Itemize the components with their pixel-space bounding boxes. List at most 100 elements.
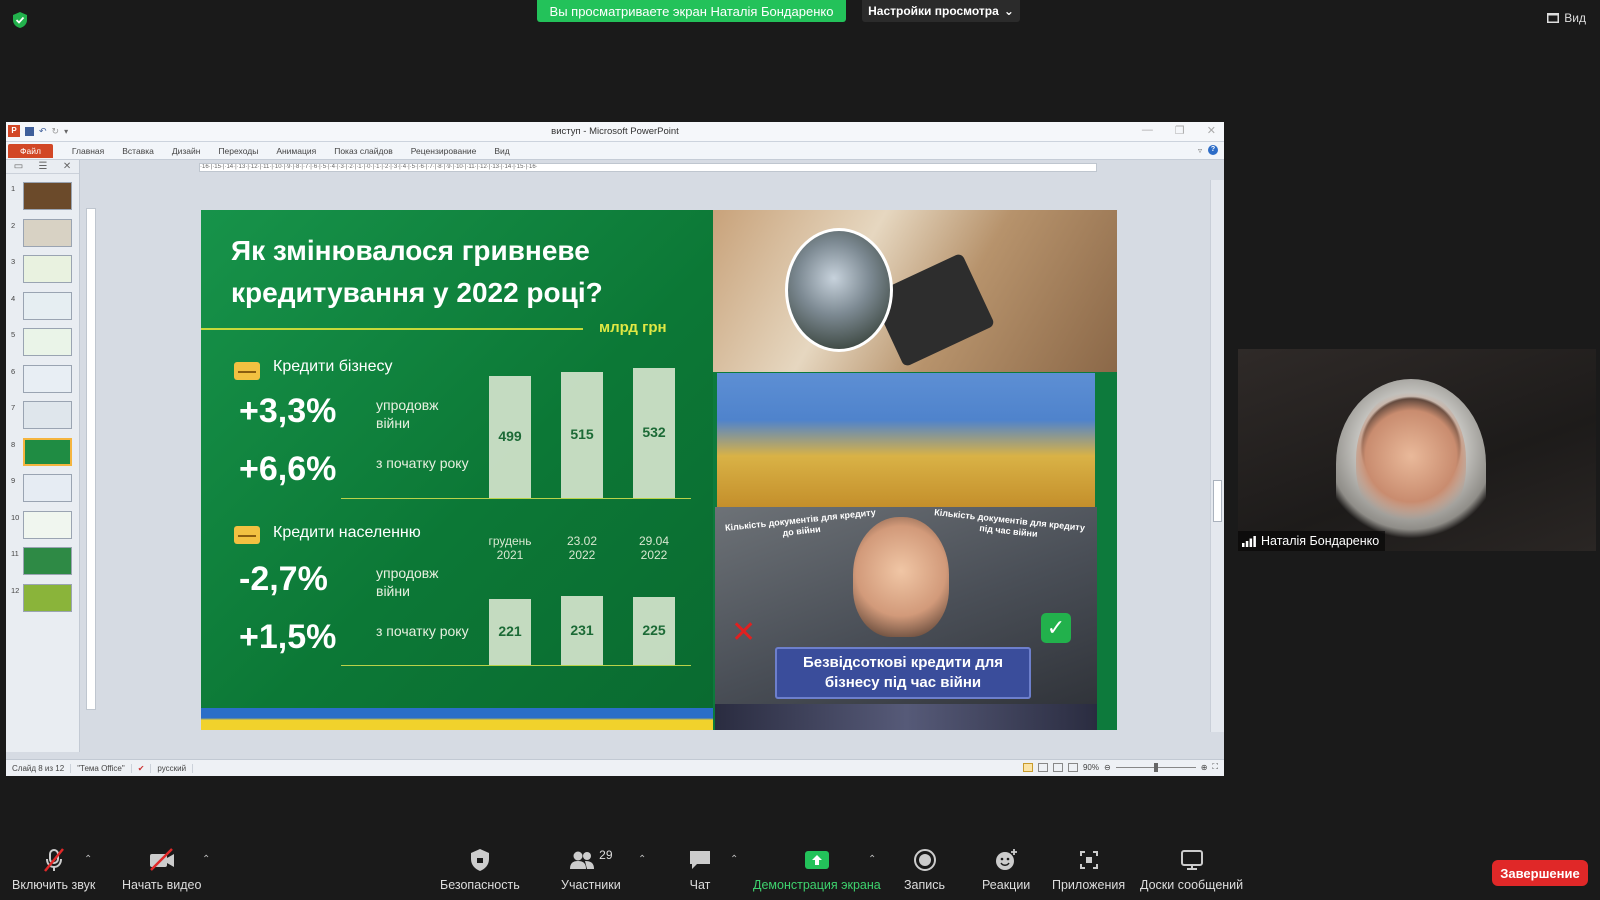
thumbnail-preview	[23, 474, 72, 502]
reading-view-icon[interactable]	[1052, 762, 1063, 772]
tab-home[interactable]: Главная	[72, 146, 104, 156]
participant-count: 29	[599, 848, 613, 862]
slide-thumbnail[interactable]: 8	[6, 437, 80, 470]
view-settings-button[interactable]: Настройки просмотра ⌄	[862, 0, 1020, 22]
tab-file[interactable]: Файл	[8, 143, 53, 158]
close-icon[interactable]: ✕	[1207, 124, 1216, 137]
tab-insert[interactable]: Вставка	[122, 146, 154, 156]
tab-design[interactable]: Дизайн	[172, 146, 201, 156]
slide-canvas[interactable]: Як змінювалося гривневе кредитування у 2…	[201, 210, 1117, 730]
status-view-controls: 90% ⊖ ⊕ ⛶	[1022, 762, 1218, 772]
slide-thumbnail[interactable]: 7	[6, 401, 80, 433]
tab-view[interactable]: Вид	[494, 146, 509, 156]
participants-button[interactable]: 29 Участники	[561, 846, 621, 892]
restore-icon[interactable]: ❐	[1175, 124, 1185, 137]
share-screen-button[interactable]: Демонстрация экрана	[753, 846, 881, 892]
slide-thumbnail[interactable]: 11	[6, 547, 80, 579]
fit-slide-icon[interactable]: ⛶	[1212, 762, 1218, 772]
slide-thumbnail-panel: ▭ ☰ ✕ 1 2 3 4 5 6 7 8 9 10 11 12	[6, 160, 80, 752]
start-video-label: Начать видео	[122, 878, 202, 892]
whiteboards-button[interactable]: Доски сообщений	[1140, 846, 1243, 892]
reactions-button[interactable]: Реакции	[982, 846, 1030, 892]
zoom-slider[interactable]	[1115, 762, 1196, 772]
spellcheck-icon[interactable]: ✔	[132, 763, 152, 773]
close-panel-icon[interactable]: ✕	[63, 161, 71, 172]
slide-thumbnail[interactable]: 6	[6, 364, 80, 397]
normal-view-icon[interactable]	[1022, 762, 1033, 772]
thumbnail-number: 8	[11, 439, 16, 449]
thumbnail-preview	[23, 255, 72, 283]
status-language[interactable]: русский	[151, 763, 194, 773]
chat-caret-icon[interactable]: ⌃	[730, 854, 738, 865]
household-pct-year-note: з початку року	[376, 623, 469, 639]
vertical-scrollbar[interactable]	[1210, 180, 1224, 732]
slideshow-view-icon[interactable]	[1067, 762, 1078, 772]
unmute-button[interactable]: Включить звук	[12, 846, 95, 892]
slide-thumbnail[interactable]: 9	[6, 474, 80, 506]
tab-transitions[interactable]: Переходы	[218, 146, 258, 156]
thumbnail-number: 12	[11, 585, 20, 595]
record-button[interactable]: Запись	[904, 846, 945, 892]
participants-caret-icon[interactable]: ⌃	[638, 854, 646, 865]
zoom-in-icon[interactable]: ⊕	[1201, 763, 1208, 772]
minimize-icon[interactable]: —	[1142, 124, 1153, 137]
slide-title: Як змінювалося гривневе кредитування у 2…	[231, 230, 691, 314]
signal-strength-icon	[1242, 535, 1256, 547]
status-slide-number: Слайд 8 из 12	[6, 763, 72, 773]
security-shield-icon[interactable]	[12, 11, 28, 29]
record-label: Запись	[904, 878, 946, 892]
thumbnail-preview	[23, 583, 72, 612]
view-settings-label: Настройки просмотра	[868, 4, 999, 18]
thumbnail-number: 5	[11, 330, 16, 339]
household-chart-baseline	[341, 665, 691, 666]
tab-animations[interactable]: Анимация	[276, 146, 316, 156]
view-button[interactable]: Вид	[1547, 11, 1586, 25]
share-caret-icon[interactable]: ⌃	[868, 854, 876, 865]
slide-thumbnail[interactable]: 3	[6, 255, 80, 287]
participant-video-tile[interactable]: Наталія Бондаренко	[1238, 349, 1596, 551]
slide-thumbnail[interactable]: 10	[6, 510, 80, 543]
slide-thumbnail[interactable]: 12	[6, 583, 80, 616]
chart-household-value-label: 221	[498, 623, 522, 639]
tab-slideshow[interactable]: Показ слайдов	[334, 146, 393, 156]
thumbnail-preview	[23, 218, 72, 247]
help-icon[interactable]: ?	[1208, 145, 1218, 155]
chart-date-label: 23.02 2022	[566, 534, 598, 562]
slide-title-line2: кредитування у 2022 році?	[231, 277, 603, 308]
start-video-button[interactable]: Начать видео	[122, 846, 201, 892]
chat-button[interactable]: Чат	[688, 846, 712, 892]
audio-options-caret-icon[interactable]: ⌃	[84, 854, 92, 865]
participant-name-label: Наталія Бондаренко	[1238, 531, 1386, 551]
scrollbar-thumb[interactable]	[1213, 480, 1222, 522]
end-meeting-button[interactable]: Завершение	[1492, 860, 1588, 886]
slide-thumbnail[interactable]: 1	[6, 182, 80, 214]
slide-thumbnail[interactable]: 4	[6, 291, 80, 324]
chat-label: Чат	[689, 878, 711, 892]
unit-label: млрд грн	[599, 319, 667, 336]
caption-during-war: Кількість документів для кредиту під час…	[933, 507, 1086, 539]
tab-review[interactable]: Рецензирование	[411, 146, 477, 156]
ribbon-collapse-icon[interactable]: ▿	[1198, 146, 1202, 155]
apps-button[interactable]: Приложения	[1052, 846, 1125, 892]
slide-thumbnail[interactable]: 5	[6, 328, 80, 360]
chart-business-value-label: 532	[642, 424, 666, 440]
slide-thumbnail[interactable]: 2	[6, 218, 80, 251]
participant-face	[1356, 389, 1466, 529]
status-theme: "Тема Office"	[71, 763, 132, 773]
thumbnail-preview	[23, 328, 72, 356]
sorter-view-icon[interactable]	[1037, 762, 1048, 772]
chevron-down-icon: ⌄	[1003, 4, 1014, 18]
thumbnail-number: 6	[11, 366, 16, 376]
video-options-caret-icon[interactable]: ⌃	[202, 854, 210, 865]
briefcase-icon	[234, 362, 260, 380]
zoom-level[interactable]: 90%	[1083, 763, 1099, 772]
background-blur-strip	[715, 704, 1097, 730]
thumbnail-number: 4	[11, 293, 16, 303]
zoom-out-icon[interactable]: ⊖	[1104, 763, 1111, 772]
outline-tab-icon[interactable]: ☰	[39, 161, 48, 172]
ukraine-flag-stripe	[201, 708, 713, 730]
business-chart-baseline	[341, 498, 691, 499]
tank-inset-image	[785, 228, 893, 352]
security-button[interactable]: Безопасность	[440, 846, 520, 892]
slides-tab-icon[interactable]: ▭	[14, 161, 23, 172]
